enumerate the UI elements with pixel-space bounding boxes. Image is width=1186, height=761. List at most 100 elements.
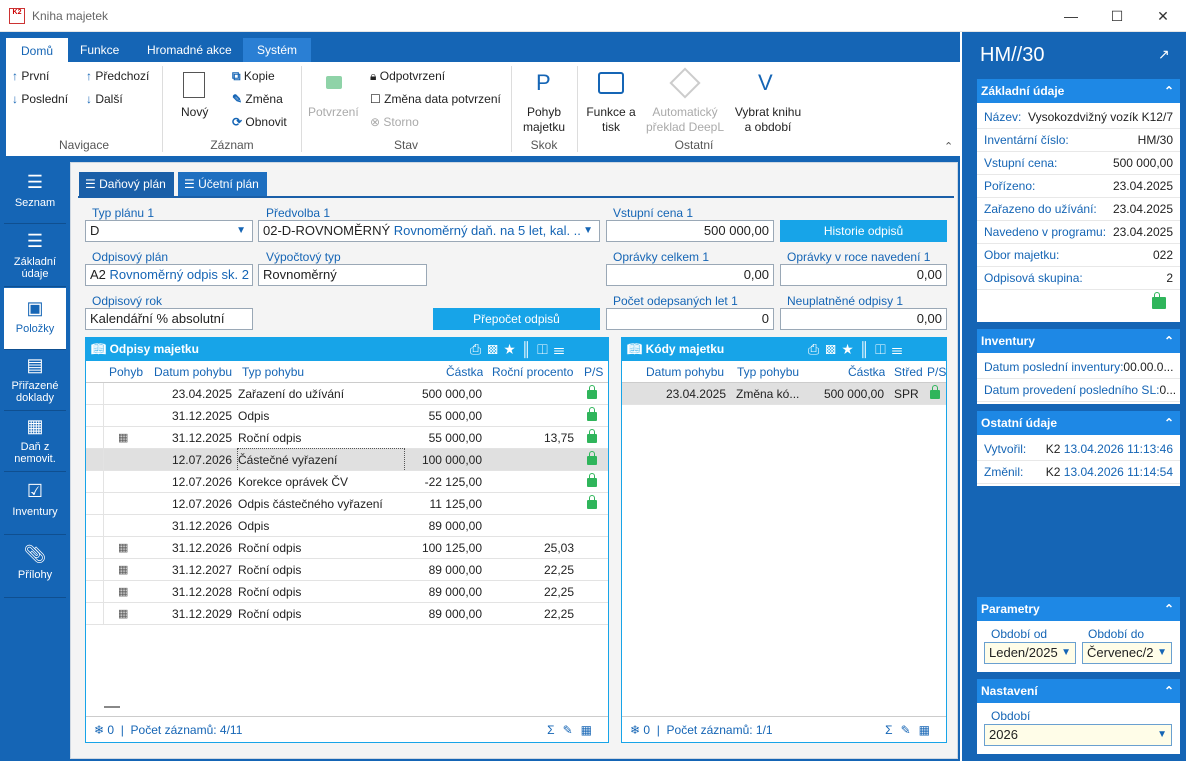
- table-row[interactable]: 23.04.2025 Zařazení do užívání 500 000,00: [86, 383, 608, 405]
- hierarchy-icon[interactable]: ★: [842, 341, 859, 357]
- chart-icon[interactable]: ▩: [825, 341, 842, 357]
- excel-icon[interactable]: ◫: [537, 341, 554, 357]
- table-row[interactable]: ▦ 31.12.2026 Roční odpis 100 125,00 25,03: [86, 537, 608, 559]
- select-book-period-button[interactable]: Vybrat knihu a období: [730, 105, 806, 135]
- print-icon[interactable]: ⎙: [470, 341, 487, 357]
- print-icon[interactable]: ⎙: [808, 341, 825, 357]
- col-typ-pohybu[interactable]: Typ pohybu: [737, 361, 799, 383]
- sum-icon[interactable]: Σ: [885, 723, 900, 737]
- col-pohyb[interactable]: Pohyb: [109, 361, 143, 383]
- sidebar-item-polozky[interactable]: ▣ Položky: [4, 288, 66, 350]
- snowflake-icon[interactable]: ❄: [630, 723, 640, 737]
- sidebar-item-zakladni-udaje[interactable]: ☰ Základní údaje: [4, 225, 66, 287]
- odpisovy-rok-field[interactable]: Kalendářní % absolutní: [85, 308, 253, 330]
- edit-icon[interactable]: ✎: [563, 723, 581, 737]
- sidebar-item-seznam[interactable]: ☰ Seznam: [4, 162, 66, 224]
- table-edit-icon[interactable]: ▦: [581, 723, 600, 737]
- hierarchy-icon[interactable]: ★: [504, 341, 521, 357]
- tab-domu[interactable]: Domů: [6, 38, 69, 62]
- snowflake-icon[interactable]: ❄: [94, 723, 104, 737]
- obdobi-do-select[interactable]: Červenec/2 ▼: [1082, 642, 1172, 664]
- inventury-header[interactable]: Inventury ⌃: [977, 329, 1180, 353]
- predvolba-select[interactable]: 02-D-ROVNOMĚRNÝ Rovnoměrný daň. na 5 let…: [258, 220, 600, 242]
- prepocet-odpisu-button[interactable]: Přepočet odpisů: [433, 308, 600, 330]
- excel-icon[interactable]: ◫: [875, 341, 892, 357]
- tab-danovy-plan[interactable]: ☰ Daňový plán: [79, 172, 174, 196]
- col-stred[interactable]: Střed: [894, 361, 923, 383]
- minimize-button[interactable]: —: [1048, 0, 1094, 32]
- col-datum-pohybu[interactable]: Datum pohybu: [646, 361, 730, 383]
- menu-icon[interactable]: ☰: [892, 341, 909, 357]
- table-row[interactable]: ▦ 31.12.2028 Roční odpis 89 000,00 22,25: [86, 581, 608, 603]
- first-button[interactable]: ↑ První: [12, 69, 49, 83]
- neuplatnene-field[interactable]: 0,00: [780, 308, 947, 330]
- sum-icon[interactable]: Σ: [547, 723, 562, 737]
- col-ps[interactable]: P/S: [927, 361, 946, 383]
- chevron-up-icon[interactable]: ⌃: [1164, 79, 1174, 103]
- table-edit-icon[interactable]: ▦: [919, 723, 938, 737]
- col-datum-pohybu[interactable]: Datum pohybu: [154, 361, 238, 383]
- edit-icon[interactable]: ✎: [901, 723, 919, 737]
- external-link-icon[interactable]: ↗: [1158, 46, 1170, 63]
- nastaveni-header[interactable]: Nastavení ⌃: [977, 679, 1180, 703]
- vypoctovy-typ-field[interactable]: Rovnoměrný: [258, 264, 427, 286]
- chart-icon[interactable]: ▩: [487, 341, 504, 357]
- table-row[interactable]: 23.04.2025 Změna kó... 500 000,00 SPR: [622, 383, 946, 405]
- table-row[interactable]: ▦ 31.12.2025 Roční odpis 55 000,00 13,75: [86, 427, 608, 449]
- tab-funkce[interactable]: Funkce: [66, 38, 133, 62]
- odpisovy-plan-field[interactable]: A2 Rovnoměrný odpis sk. 2: [85, 264, 253, 286]
- chevron-up-icon[interactable]: ⌃: [1164, 679, 1174, 703]
- next-button[interactable]: ↓ Další: [86, 92, 123, 106]
- unconfirm-button[interactable]: 🔒︎ Odpotvrzení: [370, 69, 445, 84]
- grid-toolbar[interactable]: ⎙▩★║◫☰: [470, 341, 570, 358]
- sidebar-item-prirazene-doklady[interactable]: ▤ Přiřazené doklady: [4, 351, 66, 411]
- obdobi-od-select[interactable]: Leden/2025 ▼: [984, 642, 1076, 664]
- columns-icon[interactable]: ║: [859, 341, 875, 357]
- confirm-button[interactable]: Potvrzení: [308, 105, 359, 119]
- tab-hromadne-akce[interactable]: Hromadné akce: [133, 38, 246, 62]
- maximize-button[interactable]: ☐: [1094, 0, 1140, 32]
- collapse-ribbon-icon[interactable]: ⌃: [944, 140, 953, 153]
- ostatni-udaje-header[interactable]: Ostatní údaje ⌃: [977, 411, 1180, 435]
- table-row[interactable]: ▦ 31.12.2027 Roční odpis 89 000,00 22,25: [86, 559, 608, 581]
- sidebar-item-dan-z-nemovit[interactable]: ▦ Daň z nemovit.: [4, 412, 66, 472]
- col-rocni-procento[interactable]: Roční procento: [492, 361, 573, 383]
- col-typ-pohybu[interactable]: Typ pohybu: [242, 361, 304, 383]
- sidebar-item-inventury[interactable]: ☑ Inventury: [4, 473, 66, 535]
- opravky-roce-field[interactable]: 0,00: [780, 264, 947, 286]
- chevron-up-icon[interactable]: ⌃: [1164, 329, 1174, 353]
- chevron-up-icon[interactable]: ⌃: [1164, 411, 1174, 435]
- col-castka[interactable]: Částka: [848, 361, 885, 383]
- close-button[interactable]: ✕: [1140, 0, 1186, 32]
- columns-icon[interactable]: ║: [521, 341, 537, 357]
- zakladni-udaje-header[interactable]: Základní údaje ⌃: [977, 79, 1180, 103]
- pohyb-majetku-button[interactable]: Pohyb majetku: [520, 105, 568, 135]
- table-row[interactable]: 31.12.2026 Odpis 89 000,00: [86, 515, 608, 537]
- table-row[interactable]: ▦ 31.12.2029 Roční odpis 89 000,00 22,25: [86, 603, 608, 625]
- typ-planu-select[interactable]: D ▼: [85, 220, 253, 242]
- obdobi-select[interactable]: 2026 ▼: [984, 724, 1172, 746]
- tab-system[interactable]: Systém: [243, 38, 312, 62]
- edit-button[interactable]: ✎ Změna: [232, 92, 283, 106]
- refresh-button[interactable]: ⟳ Obnovit: [232, 115, 287, 129]
- change-confirm-date-button[interactable]: ☐ Změna data potvrzení: [370, 92, 501, 106]
- deepl-translate-button[interactable]: Automatický překlad DeepL: [645, 105, 725, 135]
- scrollbar-handle[interactable]: [104, 706, 120, 708]
- last-button[interactable]: ↓ Poslední: [12, 92, 68, 106]
- storno-button[interactable]: ⊗ Storno: [370, 115, 419, 129]
- grid-toolbar[interactable]: ⎙▩★║◫☰: [808, 341, 908, 358]
- col-castka[interactable]: Částka: [446, 361, 483, 383]
- chevron-up-icon[interactable]: ⌃: [1164, 597, 1174, 621]
- vstupni-cena-field[interactable]: 500 000,00: [606, 220, 774, 242]
- sidebar-item-prilohy[interactable]: 📎︎ Přílohy: [4, 536, 66, 598]
- col-ps[interactable]: P/S: [584, 361, 603, 383]
- parametry-header[interactable]: Parametry ⌃: [977, 597, 1180, 621]
- table-row[interactable]: 31.12.2025 Odpis 55 000,00: [86, 405, 608, 427]
- historie-odpisu-button[interactable]: Historie odpisů: [780, 220, 947, 242]
- opravky-celkem-field[interactable]: 0,00: [606, 264, 774, 286]
- pocet-let-field[interactable]: 0: [606, 308, 774, 330]
- table-row[interactable]: 12.07.2026 Odpis částečného vyřazení 11 12…: [86, 493, 608, 515]
- tab-ucetni-plan[interactable]: ☰ Účetní plán: [178, 172, 267, 196]
- copy-button[interactable]: ⧉ Kopie: [232, 69, 275, 84]
- menu-icon[interactable]: ☰: [554, 341, 571, 357]
